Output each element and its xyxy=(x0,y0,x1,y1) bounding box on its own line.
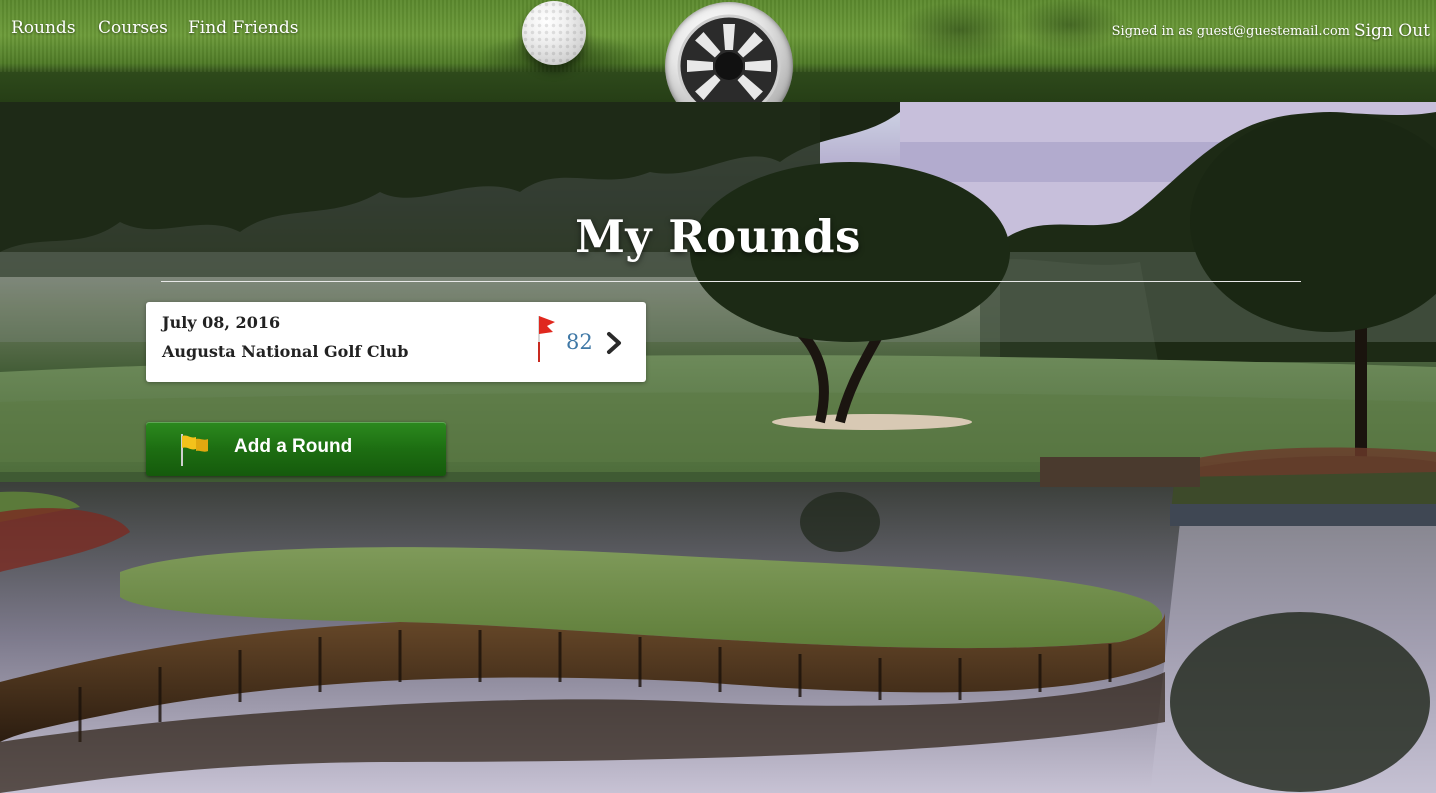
yellow-flag-icon xyxy=(176,432,210,472)
title-divider xyxy=(161,281,1301,282)
chevron-right-icon[interactable] xyxy=(605,331,623,359)
round-course-name: Augusta National Golf Club xyxy=(162,342,409,361)
signed-in-text: Signed in as guest@guestemail.com xyxy=(1111,24,1350,39)
nav-link-courses[interactable]: Courses xyxy=(98,18,168,38)
nav-link-rounds[interactable]: Rounds xyxy=(11,18,76,38)
golf-ball-icon xyxy=(522,1,586,65)
round-date: July 08, 2016 xyxy=(162,313,281,332)
add-round-button[interactable]: Add a Round xyxy=(146,422,446,476)
round-score: 82 xyxy=(566,330,593,354)
hubcap-logo-icon[interactable] xyxy=(665,2,793,102)
nav-link-find-friends[interactable]: Find Friends xyxy=(188,18,298,38)
red-pin-flag-icon xyxy=(535,314,557,368)
sign-out-link[interactable]: Sign Out xyxy=(1354,21,1430,41)
top-nav-bar: Rounds Courses Find Friends Signed in as… xyxy=(0,0,1436,102)
add-round-label: Add a Round xyxy=(234,436,353,457)
round-list-item[interactable]: July 08, 2016 Augusta National Golf Club… xyxy=(146,302,646,382)
page-title: My Rounds xyxy=(575,210,861,263)
